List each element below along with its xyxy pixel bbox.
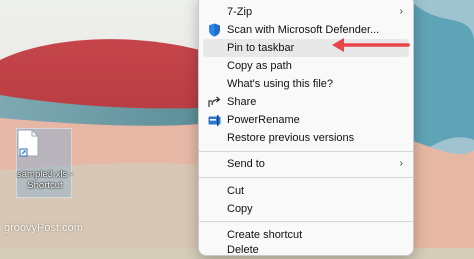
chevron-right-icon: › xyxy=(399,158,403,169)
menu-item-label: Send to xyxy=(227,158,265,170)
menu-item-label: Pin to taskbar xyxy=(227,42,295,54)
share-icon xyxy=(203,93,225,111)
menu-item-label: 7-Zip xyxy=(227,6,253,18)
menu-item-whats-using-file[interactable]: What's using this file? xyxy=(203,75,409,93)
menu-item-label: What's using this file? xyxy=(227,78,334,90)
menu-item-label: Copy as path xyxy=(227,60,292,72)
menu-divider xyxy=(199,151,413,152)
desktop-file-shortcut[interactable]: sample3.xls - Shortcut xyxy=(16,128,73,198)
menu-item-delete[interactable]: Delete xyxy=(203,241,409,259)
watermark: groovyPost.com xyxy=(4,222,83,234)
menu-item-label: Cut xyxy=(227,185,245,197)
menu-item-restore-previous-versions[interactable]: Restore previous versions xyxy=(203,129,409,147)
menu-divider xyxy=(199,177,413,178)
excel-shortcut-file-icon xyxy=(17,129,39,157)
menu-item-7zip[interactable]: 7-Zip › xyxy=(203,3,409,21)
chevron-right-icon: › xyxy=(399,6,403,17)
menu-item-cut[interactable]: Cut xyxy=(203,182,409,200)
menu-item-label: PowerRename xyxy=(227,114,300,126)
shortcut-label: sample3.xls - Shortcut xyxy=(17,169,73,191)
menu-item-label: Copy xyxy=(227,203,253,215)
defender-shield-icon xyxy=(203,21,225,39)
menu-item-powerrename[interactable]: PowerRename xyxy=(203,111,409,129)
menu-item-share[interactable]: Share xyxy=(203,93,409,111)
menu-item-copy[interactable]: Copy xyxy=(203,200,409,218)
menu-item-label: Delete xyxy=(227,244,259,256)
menu-item-send-to[interactable]: Send to › xyxy=(203,155,409,173)
annotation-arrow-icon xyxy=(332,38,410,52)
powerrename-icon xyxy=(203,111,225,129)
menu-item-copy-as-path[interactable]: Copy as path xyxy=(203,57,409,75)
menu-item-label: Scan with Microsoft Defender... xyxy=(227,24,380,36)
menu-item-label: Create shortcut xyxy=(227,229,303,241)
menu-item-label: Restore previous versions xyxy=(227,132,355,144)
menu-item-label: Share xyxy=(227,96,257,108)
menu-divider xyxy=(199,221,413,222)
